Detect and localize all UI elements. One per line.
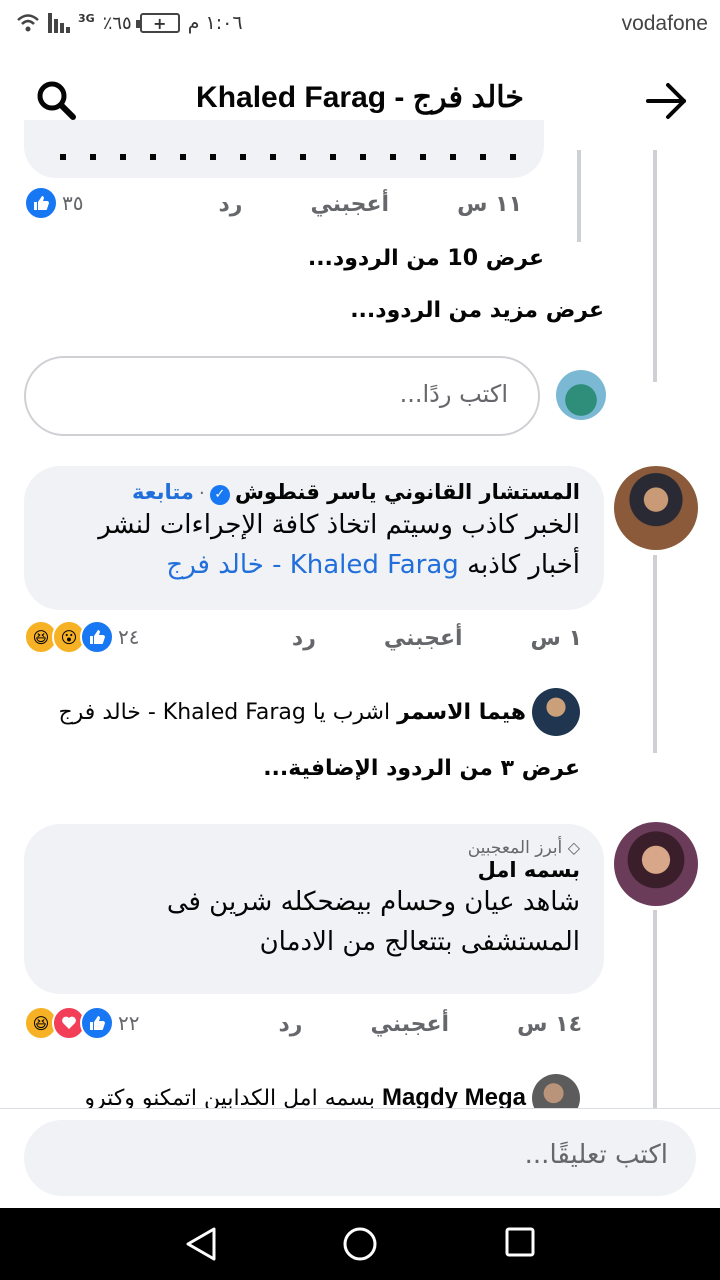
top-fan-badge: أبرز المعجبين (467, 838, 563, 858)
verified-badge-icon: ✓ (209, 484, 230, 505)
comment-time: ١١ س (457, 192, 522, 217)
comment-time: ١٤ س (517, 1012, 582, 1037)
wifi-icon (17, 14, 39, 32)
replier-name[interactable]: Magdy Mega (382, 1084, 526, 1108)
battery-level: ٦٥٪ (102, 12, 132, 34)
like-button[interactable]: أعجبني (370, 1012, 449, 1037)
status-indicators: ١:٠٦ م + ٦٥٪ 3G (16, 12, 243, 34)
comment-body: شاهد عيان وحسام بيضحكله شرين فى المستشفى… (166, 887, 580, 957)
diamond-icon: ◇ (567, 838, 580, 857)
signal-icon (48, 13, 70, 33)
network-type: 3G (78, 12, 95, 25)
page-title: Khaled Farag - خالد فرج (196, 81, 524, 114)
recents-nav-icon[interactable] (504, 1226, 536, 1258)
commenter-name[interactable]: بسمه امل (48, 858, 580, 882)
home-nav-icon[interactable] (342, 1226, 378, 1262)
status-bar: ١:٠٦ م + ٦٥٪ 3G vodafone (0, 0, 720, 50)
system-nav-bar (0, 1208, 720, 1280)
carrier-name: vodafone (621, 12, 708, 35)
reply-button[interactable]: رد (278, 1012, 302, 1037)
commenter-avatar[interactable] (614, 466, 698, 550)
thread-line (653, 555, 657, 753)
battery-icon: + (135, 13, 180, 33)
comment-time: ١ س (530, 626, 582, 651)
comment-bubble: المستشار القانوني ياسر قنطوش ✓ · متابعة … (24, 466, 604, 610)
like-reaction-icon (80, 620, 114, 654)
follow-button[interactable]: متابعة (132, 480, 194, 504)
reply-preview[interactable]: Magdy Mega بسمه امل الكدابين اتمكنو وكتر… (84, 1084, 526, 1108)
like-reaction-icon (80, 1006, 114, 1040)
thread-line (653, 150, 657, 382)
comment-text: الخبر كاذب وسيتم اتخاذ كافة الإجراءات لن… (48, 505, 580, 585)
back-nav-icon[interactable] (184, 1226, 218, 1262)
comment-bubble-partial (24, 120, 544, 178)
view-replies-link[interactable]: عرض ٣ من الردود الإضافية... (263, 756, 580, 781)
comment-actions: ١١ س أعجبني رد (218, 192, 522, 217)
reply-text: بسمه امل الكدابين اتمكنو وكترو (84, 1086, 375, 1108)
view-more-replies-link[interactable]: عرض مزيد من الردود... (350, 298, 604, 323)
reply-input[interactable]: اكتب ردًا... (24, 356, 540, 436)
like-reaction-icon (24, 186, 58, 220)
reaction-count: ٣٥ (62, 191, 84, 215)
thread-line (577, 150, 581, 242)
comment-actions: ١ س أعجبني رد (292, 626, 582, 651)
mention-link[interactable]: Khaled Farag - خالد فرج (166, 550, 458, 580)
comment-input[interactable]: اكتب تعليقًا... (24, 1120, 696, 1196)
comment-actions: ١٤ س أعجبني رد (278, 1012, 582, 1037)
replier-avatar[interactable] (532, 1074, 580, 1108)
reply-text: اشرب يا (312, 700, 391, 725)
replier-name[interactable]: هيما الاسمر (397, 700, 526, 725)
like-button[interactable]: أعجبني (384, 626, 463, 651)
reaction-count: ٢٢ (118, 1011, 140, 1035)
commenter-name[interactable]: المستشار القانوني ياسر قنطوش (235, 480, 580, 504)
replier-avatar[interactable] (532, 688, 580, 736)
back-arrow-icon[interactable] (644, 78, 690, 124)
reactions-summary[interactable]: ٣٥ (24, 186, 91, 220)
reply-button[interactable]: رد (292, 626, 316, 651)
reply-button[interactable]: رد (218, 192, 242, 217)
comment-bubble: ◇ أبرز المعجبين بسمه امل شاهد عيان وحسام… (24, 824, 604, 994)
reply-preview[interactable]: هيما الاسمر اشرب يا Khaled Farag - خالد … (58, 700, 526, 725)
reply-mention: Khaled Farag - خالد فرج (58, 700, 306, 725)
reaction-count: ٢٤ (118, 625, 140, 649)
status-time: ١:٠٦ م (187, 12, 243, 34)
reactions-summary[interactable]: 😆 😮 ٢٤ (24, 620, 147, 654)
reactions-summary[interactable]: 😆 ٢٢ (24, 1006, 147, 1040)
separator: · (199, 483, 205, 504)
like-button[interactable]: أعجبني (310, 192, 389, 217)
reply-preview-container: Magdy Mega بسمه امل الكدابين اتمكنو وكتر… (0, 1070, 720, 1108)
cropped-text (60, 150, 520, 164)
view-replies-link[interactable]: عرض 10 من الردود... (308, 246, 544, 271)
commenter-avatar[interactable] (614, 822, 698, 906)
user-avatar (556, 370, 606, 420)
